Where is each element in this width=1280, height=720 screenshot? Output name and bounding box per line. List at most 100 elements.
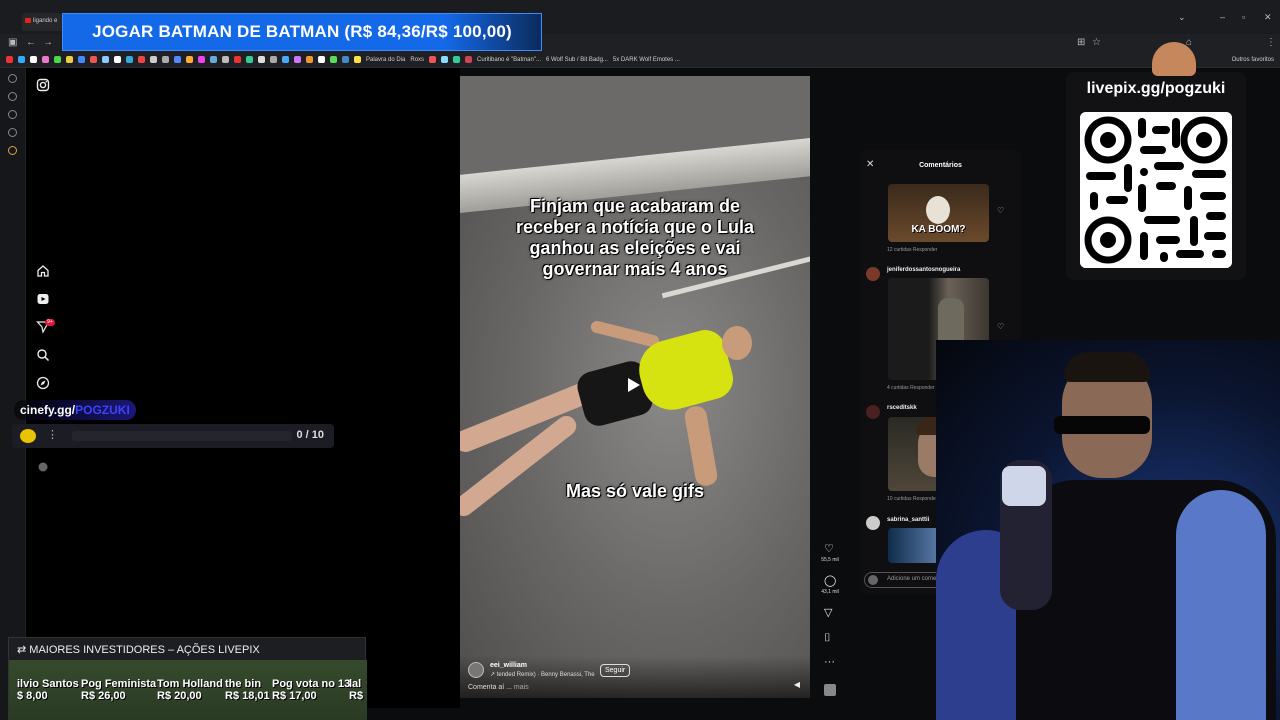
bookmark-icon[interactable] xyxy=(318,56,325,63)
investor-value: R$ 26,00 xyxy=(81,690,126,702)
rail-icon-2[interactable] xyxy=(8,92,17,101)
follow-button[interactable]: Seguir xyxy=(600,664,631,677)
search-icon[interactable] xyxy=(36,348,50,362)
comment-icon[interactable]: ◯ xyxy=(824,574,836,587)
bookmark-icon[interactable] xyxy=(330,56,337,63)
bookmark-label[interactable]: Curitibano é "Batman"... xyxy=(477,57,541,63)
comment-username[interactable]: jeniferdossantosnogueira xyxy=(887,267,960,273)
bookmark-label[interactable]: 5x DARK Wolf Emotes ... xyxy=(613,57,680,63)
rail-icon-1[interactable] xyxy=(8,74,17,83)
bookmark-icon[interactable] xyxy=(246,56,253,63)
screen: ligando e ⌄ – ▫ ✕ ▣ ← → ⊞ ☆ ⌂ ⋮ Palavra … xyxy=(0,0,1280,720)
author-avatar[interactable] xyxy=(468,662,484,678)
bookmark-icon[interactable] xyxy=(66,56,73,63)
bookmark-icon[interactable] xyxy=(465,56,473,63)
investor-item: Pog vota no 13 R$ 17,00 xyxy=(272,678,350,702)
bookmark-icon[interactable] xyxy=(453,56,461,63)
other-bookmarks-folder[interactable]: Outros favoritos xyxy=(1232,57,1274,63)
bookmark-icon[interactable] xyxy=(162,56,169,63)
bookmark-icon[interactable] xyxy=(150,56,157,63)
forward-icon[interactable]: → xyxy=(43,37,53,48)
profile-avatar-icon[interactable] xyxy=(36,460,50,474)
comment-username[interactable]: rsceditskk xyxy=(887,405,917,411)
bookmark-icon[interactable] xyxy=(138,56,145,63)
sidebar-toggle-icon[interactable]: ▣ xyxy=(8,37,17,48)
investor-name: ilvio Santos xyxy=(17,678,79,690)
bookmark-icon[interactable] xyxy=(174,56,181,63)
share-icon[interactable]: ▽ xyxy=(824,606,832,619)
bookmark-icon[interactable] xyxy=(102,56,109,63)
video-overlay-top: Finjam que acabaram de receber a notícia… xyxy=(515,196,755,279)
bookmark-icon[interactable] xyxy=(42,56,49,63)
bookmark-icon[interactable] xyxy=(282,56,289,63)
person-head xyxy=(722,326,752,360)
translate-icon[interactable]: ⊞ xyxy=(1077,37,1085,48)
goal-banner-text: JOGAR BATMAN DE BATMAN (R$ 84,36/R$ 100,… xyxy=(92,22,512,41)
comment-avatar[interactable] xyxy=(866,405,880,419)
bookmark-icon[interactable] xyxy=(90,56,97,63)
instagram-icon[interactable] xyxy=(36,78,50,92)
streamer-webcam xyxy=(936,340,1280,720)
reel-video[interactable]: Finjam que acabaram de receber a notícia… xyxy=(460,76,810,698)
comment-meta: 4 curtidas Responder ··· xyxy=(887,385,941,391)
bookmark-icon[interactable] xyxy=(441,56,449,63)
author-username[interactable]: eei_william xyxy=(490,662,527,669)
bookmark-icon[interactable] xyxy=(210,56,217,63)
notification-badge: 9+ xyxy=(45,319,55,326)
explore-icon[interactable] xyxy=(36,376,50,390)
bookmark-icon[interactable] xyxy=(222,56,229,63)
mute-icon[interactable]: ◀︎ xyxy=(794,680,800,689)
bookmark-label[interactable]: Roxs xyxy=(410,57,424,63)
play-icon[interactable] xyxy=(628,378,640,392)
browser-tab[interactable]: ligando e xyxy=(22,13,62,31)
comment-avatar[interactable] xyxy=(866,516,880,530)
bookmark-label[interactable]: Palavra do Dia xyxy=(366,57,405,63)
reels-icon[interactable] xyxy=(36,292,50,306)
close-icon[interactable]: ✕ xyxy=(1264,12,1272,23)
bookmark-icon[interactable] xyxy=(294,56,301,63)
bookmark-icon[interactable] xyxy=(30,56,37,63)
bookmark-label[interactable]: 6 Wolf Sub / Bit Badg... xyxy=(546,57,608,63)
save-icon[interactable]: ⌷ xyxy=(824,632,831,645)
comment-like-icon[interactable]: ♡ xyxy=(997,206,1004,215)
bookmark-icon[interactable] xyxy=(54,56,61,63)
bookmark-icon[interactable] xyxy=(198,56,205,63)
bookmark-icon[interactable] xyxy=(186,56,193,63)
bookmark-icon[interactable] xyxy=(258,56,265,63)
bookmark-icon[interactable] xyxy=(342,56,349,63)
maximize-icon[interactable]: ▫ xyxy=(1242,12,1245,22)
bookmark-star-icon[interactable]: ☆ xyxy=(1092,37,1101,48)
bookmark-icon[interactable] xyxy=(429,56,437,63)
back-icon[interactable]: ← xyxy=(26,37,36,48)
tab-list-icon[interactable]: ⌄ xyxy=(1178,12,1186,23)
gif-character xyxy=(926,196,950,224)
bookmark-icon[interactable] xyxy=(78,56,85,63)
comment-username[interactable]: sabrina_santtii xyxy=(887,517,929,523)
bookmark-icon[interactable] xyxy=(18,56,25,63)
bookmark-icon[interactable] xyxy=(126,56,133,63)
menu-icon[interactable]: ⋮ xyxy=(1266,37,1276,48)
bookmark-icon[interactable] xyxy=(270,56,277,63)
bookmark-icon[interactable] xyxy=(234,56,241,63)
bookmark-icon[interactable] xyxy=(306,56,313,63)
more-icon[interactable]: ··· xyxy=(824,656,835,668)
home-icon[interactable] xyxy=(36,264,50,278)
comment-like-icon[interactable]: ♡ xyxy=(997,322,1004,331)
audio-thumbnail[interactable] xyxy=(824,684,836,696)
comment-gif[interactable]: KA BOOM? xyxy=(888,184,989,242)
investor-name: Pog Feminista xyxy=(81,678,157,690)
kebab-menu-icon[interactable]: ⋮ xyxy=(47,428,58,441)
star-icon[interactable] xyxy=(8,128,17,137)
bookmark-icon[interactable] xyxy=(6,56,13,63)
caption-more-link[interactable]: mais xyxy=(514,684,529,691)
browser-side-rail xyxy=(0,68,26,720)
investor-item: the bin R$ 18,01 xyxy=(225,678,270,702)
like-icon[interactable]: ♡ xyxy=(824,542,834,555)
music-label[interactable]: ↗ tended Remix) · Benny Benassi, The xyxy=(490,671,595,678)
comment-avatar[interactable] xyxy=(866,267,880,281)
minimize-icon[interactable]: – xyxy=(1220,12,1225,22)
history-icon[interactable] xyxy=(8,110,17,119)
bookmark-icon[interactable] xyxy=(354,56,361,63)
bookmark-icon[interactable] xyxy=(114,56,121,63)
extension-rail-icon[interactable] xyxy=(8,146,17,155)
